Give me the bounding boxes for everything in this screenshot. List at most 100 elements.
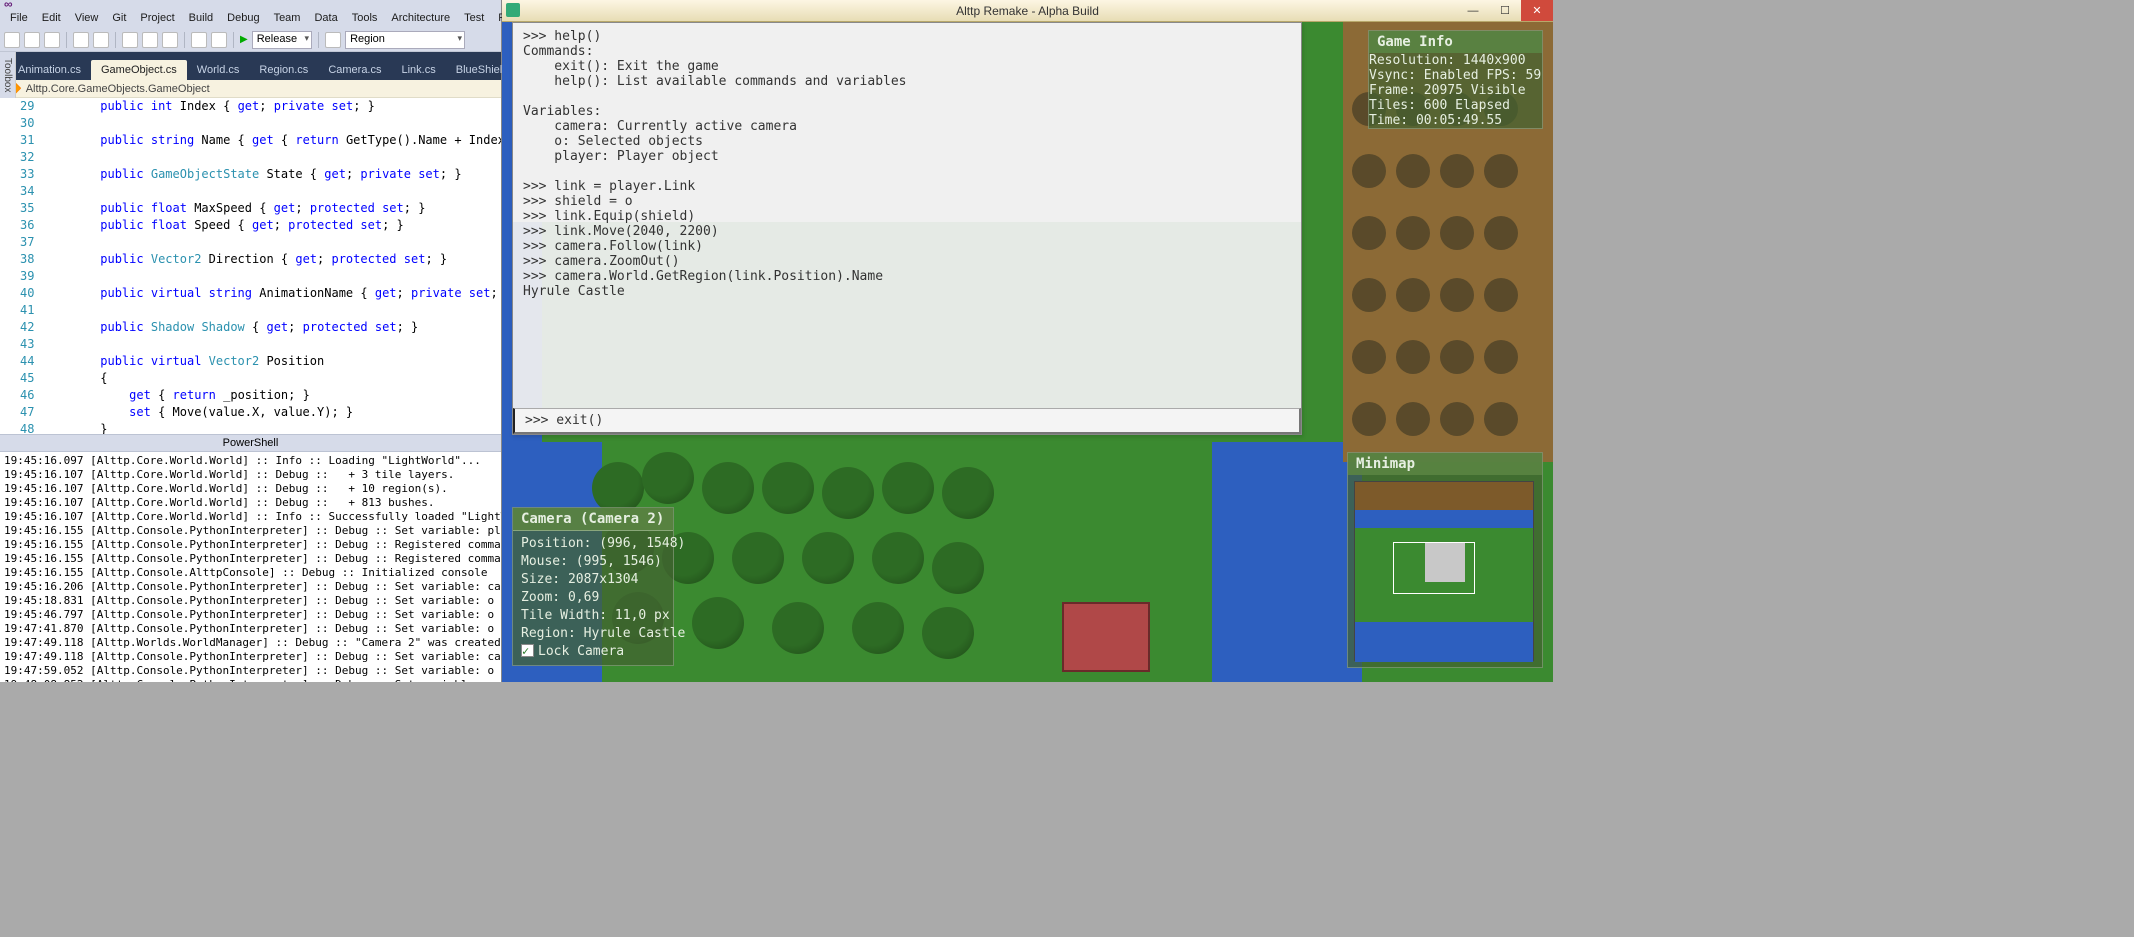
menu-project[interactable]: Project (134, 10, 180, 26)
menu-architecture[interactable]: Architecture (385, 10, 456, 26)
camera-region: Region: Hyrule Castle (521, 626, 685, 641)
start-debug-icon[interactable]: ▶ (240, 34, 248, 45)
info-vsync: Vsync: Enabled (1369, 68, 1479, 83)
menu-team[interactable]: Team (268, 10, 307, 26)
tab-camera-cs[interactable]: Camera.cs (318, 60, 391, 80)
menu-debug[interactable]: Debug (221, 10, 265, 26)
game-viewport[interactable]: >>> help() Commands: exit(): Exit the ga… (502, 22, 1553, 682)
tab-link-cs[interactable]: Link.cs (392, 60, 446, 80)
close-button[interactable]: ✕ (1521, 0, 1553, 21)
rock-hole (1396, 340, 1430, 374)
paste-icon[interactable] (162, 32, 178, 48)
tab-animation-cs[interactable]: Animation.cs (8, 60, 91, 80)
tab-gameobject-cs[interactable]: GameObject.cs (91, 60, 187, 80)
info-resolution: Resolution: 1440x900 (1369, 53, 1526, 68)
lock-camera-checkbox[interactable] (521, 644, 534, 657)
camera-panel: Camera (Camera 2) Position: (996, 1548) … (512, 507, 674, 666)
tree (852, 602, 904, 654)
minimize-button[interactable]: — (1457, 0, 1489, 21)
menu-data[interactable]: Data (308, 10, 343, 26)
toolbox-tab[interactable]: Toolbox (0, 52, 16, 98)
menu-test[interactable]: Test (458, 10, 490, 26)
rock-hole (1484, 154, 1518, 188)
tree (702, 462, 754, 514)
tree (762, 462, 814, 514)
powershell-output[interactable]: 19:45:16.097 [Alttp.Core.World.World] ::… (0, 452, 501, 682)
visual-studio-panel: ∞ FileEditViewGitProjectBuildDebugTeamDa… (0, 0, 502, 682)
code-editor[interactable]: 29 30 31 32 33 34 35 36 37 38 39 40 41 4… (0, 98, 501, 434)
target-icon[interactable] (325, 32, 341, 48)
save-icon[interactable] (73, 32, 89, 48)
maximize-button[interactable]: ☐ (1489, 0, 1521, 21)
tree (772, 602, 824, 654)
save-all-icon[interactable] (93, 32, 109, 48)
lock-camera-row[interactable]: Lock Camera (521, 644, 624, 659)
house-roof (1062, 602, 1150, 672)
minimap-title: Minimap (1348, 453, 1542, 475)
rock-hole (1352, 216, 1386, 250)
tree (942, 467, 994, 519)
camera-panel-title: Camera (Camera 2) (513, 508, 673, 531)
info-frame: Frame: 20975 (1369, 83, 1463, 98)
line-gutter: 29 30 31 32 33 34 35 36 37 38 39 40 41 4… (0, 98, 42, 434)
rock-hole (1484, 278, 1518, 312)
game-icon (506, 3, 520, 17)
game-console: >>> help() Commands: exit(): Exit the ga… (512, 22, 1302, 435)
configuration-combo[interactable]: Release (252, 31, 312, 49)
game-info-title: Game Info (1369, 31, 1542, 53)
info-fps: FPS: 59 (1486, 68, 1541, 83)
copy-icon[interactable] (142, 32, 158, 48)
cut-icon[interactable] (122, 32, 138, 48)
tree (922, 607, 974, 659)
breadcrumb[interactable]: 🔶 Alttp.Core.GameObjects.GameObject (0, 80, 501, 98)
code-body[interactable]: public int Index { get; private set; } p… (42, 98, 501, 434)
rock-hole (1440, 216, 1474, 250)
menu-file[interactable]: File (4, 10, 34, 26)
rock-hole (1352, 154, 1386, 188)
camera-size: Size: 2087x1304 (521, 572, 638, 587)
menu-bar: FileEditViewGitProjectBuildDebugTeamData… (0, 8, 501, 28)
rock-hole (1440, 340, 1474, 374)
console-input[interactable] (513, 408, 1301, 434)
tree (642, 452, 694, 504)
menu-build[interactable]: Build (183, 10, 219, 26)
rock-hole (1352, 402, 1386, 436)
rock-hole (1440, 154, 1474, 188)
tab-region-cs[interactable]: Region.cs (249, 60, 318, 80)
rock-hole (1484, 402, 1518, 436)
tab-world-cs[interactable]: World.cs (187, 60, 250, 80)
rock-hole (1352, 340, 1386, 374)
rock-hole (1396, 402, 1430, 436)
new-icon[interactable] (4, 32, 20, 48)
menu-edit[interactable]: Edit (36, 10, 67, 26)
minimap-panel: Minimap (1347, 452, 1543, 668)
console-output[interactable]: >>> help() Commands: exit(): Exit the ga… (513, 23, 1301, 408)
rock-hole (1396, 278, 1430, 312)
menu-view[interactable]: View (69, 10, 105, 26)
editor-tabstrip: Animation.csGameObject.csWorld.csRegion.… (0, 52, 501, 80)
rock-hole (1396, 154, 1430, 188)
tree (692, 597, 744, 649)
rock-hole (1396, 216, 1430, 250)
camera-tile-width: Tile Width: 11,0 px (521, 608, 670, 623)
minimap-image[interactable] (1354, 481, 1534, 661)
rock-hole (1440, 278, 1474, 312)
tree (932, 542, 984, 594)
main-toolbar: ▶ Release Region (0, 28, 501, 52)
undo-icon[interactable] (191, 32, 207, 48)
minimap-viewport (1393, 542, 1475, 594)
menu-git[interactable]: Git (106, 10, 132, 26)
camera-zoom: Zoom: 0,69 (521, 590, 599, 605)
window-title: Alttp Remake - Alpha Build (956, 4, 1099, 18)
vs-logo-bar: ∞ (0, 0, 501, 8)
titlebar: Alttp Remake - Alpha Build — ☐ ✕ (502, 0, 1553, 22)
menu-tools[interactable]: Tools (346, 10, 384, 26)
tree (802, 532, 854, 584)
tree (732, 532, 784, 584)
open-icon[interactable] (24, 32, 40, 48)
rock-hole (1440, 402, 1474, 436)
target-combo[interactable]: Region (345, 31, 465, 49)
add-icon[interactable] (44, 32, 60, 48)
redo-icon[interactable] (211, 32, 227, 48)
tree (872, 532, 924, 584)
